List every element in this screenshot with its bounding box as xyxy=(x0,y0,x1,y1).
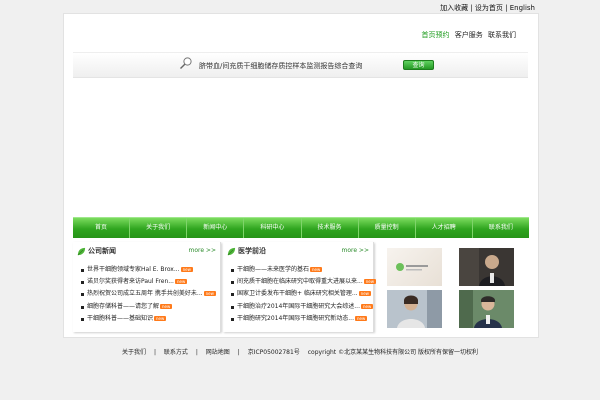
nav-item-news[interactable]: 新闻中心 xyxy=(187,218,245,238)
frontier-title[interactable]: 干细胞研究2014年国际干细胞研究新动态... xyxy=(237,315,354,322)
list-item[interactable]: 干细胞研究2014年国际干细胞研究新动态... new xyxy=(231,313,376,325)
list-item[interactable]: 干细胞——未来医学的基石 new xyxy=(231,264,376,276)
header-link-service[interactable]: 客户服务 xyxy=(455,31,483,39)
separator: | xyxy=(153,349,156,356)
new-badge: new xyxy=(180,267,193,272)
nav-item-contact[interactable]: 联系我们 xyxy=(473,218,529,238)
new-badge: new xyxy=(174,279,188,285)
video-thumbnail-logo[interactable] xyxy=(387,248,442,286)
frontier-title[interactable]: 干细胞治疗2014年国际干细胞研究大会综述... xyxy=(237,303,360,310)
new-badge: new xyxy=(355,315,368,321)
icp-number: 京ICP05002781号 xyxy=(247,349,300,356)
nav-item-careers[interactable]: 人才招聘 xyxy=(416,218,473,238)
set-homepage-link[interactable]: 设为首页 xyxy=(475,4,503,12)
nav-item-research[interactable]: 科研中心 xyxy=(244,218,302,238)
footer-link-contact[interactable]: 联系方式 xyxy=(164,349,188,356)
list-item[interactable]: 间充质干细胞在临床研究中取得重大进展以来... new xyxy=(231,276,377,288)
video-thumbnail-interview-1[interactable] xyxy=(459,248,514,286)
magnifier-icon xyxy=(180,57,192,69)
company-news-panel: 公司新闻 more >> 世界干细胞领域专家Hal E. Brox... new … xyxy=(73,242,221,332)
portrait-image xyxy=(387,290,442,328)
news-title[interactable]: 诺贝尔奖获得者来访Paul Fren... xyxy=(87,278,174,285)
report-search-text[interactable]: 脐带血/间充质干细胞储存质控样本监测报告综合查询 xyxy=(199,61,362,71)
frontier-title[interactable]: 干细胞——未来医学的基石 xyxy=(237,266,309,273)
new-badge: new xyxy=(361,303,374,309)
news-title[interactable]: 干细胞科普——基础知识 xyxy=(87,315,153,322)
page-container: 首页预约 客户服务 联系我们 脐带血/间充质干细胞储存质控样本监测报告综合查询 … xyxy=(63,13,539,338)
new-badge: new xyxy=(160,303,173,309)
portrait-image xyxy=(459,248,514,286)
leaf-icon xyxy=(77,247,86,255)
logo-image xyxy=(396,263,428,271)
list-item[interactable]: 热烈祝贺公司成立五周年 携手共创美好未... new xyxy=(81,288,216,300)
medical-frontier-panel: 医学前沿 more >> 干细胞——未来医学的基石 new 间充质干细胞在临床研究… xyxy=(223,242,377,332)
main-nav: 首页 关于我们 新闻中心 科研中心 技术服务 质量控制 人才招聘 联系我们 xyxy=(73,217,529,238)
list-item[interactable]: 国家卫计委发布干细胞+ 临床研究相关管理... new xyxy=(231,288,376,300)
footer-link-about[interactable]: 关于我们 xyxy=(122,349,146,356)
frontier-title[interactable]: 间充质干细胞在临床研究中取得重大进展以来... xyxy=(237,278,363,285)
list-item[interactable]: 干细胞治疗2014年国际干细胞研究大会综述... new xyxy=(231,301,376,313)
add-favorite-link[interactable]: 加入收藏 xyxy=(440,4,468,12)
separator: | xyxy=(502,4,510,12)
panel-title: 医学前沿 xyxy=(227,246,266,256)
news-title[interactable]: 细胞存储科普——请您了解 xyxy=(87,303,159,310)
new-badge: new xyxy=(363,279,377,285)
more-link[interactable]: more >> xyxy=(341,247,369,254)
header-link-appointment[interactable]: 首页预约 xyxy=(422,31,450,39)
list-item[interactable]: 世界干细胞领域专家Hal E. Brox... new xyxy=(81,264,216,276)
top-utility-links: 加入收藏 | 设为首页 | English xyxy=(440,3,535,13)
new-badge: new xyxy=(154,315,167,321)
footer: 关于我们 | 联系方式 | 网站地图 | 京ICP05002781号 copyr… xyxy=(0,347,600,356)
query-button[interactable]: 查询 xyxy=(403,60,434,70)
copyright-text: copyright ©北京某某生物科技有限公司 版权所有保留一切权利 xyxy=(307,349,478,356)
portrait-image xyxy=(459,290,514,328)
company-news-title: 公司新闻 xyxy=(88,247,116,255)
english-link[interactable]: English xyxy=(510,4,535,12)
list-item[interactable]: 诺贝尔奖获得者来访Paul Fren... new xyxy=(81,276,216,288)
list-item[interactable]: 干细胞科普——基础知识 new xyxy=(81,313,216,325)
video-thumbnail-interview-2[interactable] xyxy=(387,290,442,328)
frontier-title[interactable]: 国家卫计委发布干细胞+ 临床研究相关管理... xyxy=(237,290,358,297)
report-search-bar: 脐带血/间充质干细胞储存质控样本监测报告综合查询 查询 xyxy=(73,52,528,78)
nav-item-home[interactable]: 首页 xyxy=(73,218,131,238)
frontier-list: 干细胞——未来医学的基石 new 间充质干细胞在临床研究中取得重大进展以来... n… xyxy=(231,264,377,325)
news-list: 世界干细胞领域专家Hal E. Brox... new 诺贝尔奖获得者来访Paul… xyxy=(81,264,216,325)
video-thumbnail-interview-3[interactable] xyxy=(459,290,514,328)
separator: | xyxy=(195,349,198,356)
news-title[interactable]: 热烈祝贺公司成立五周年 携手共创美好未... xyxy=(87,290,203,297)
panel-title: 公司新闻 xyxy=(77,246,116,256)
new-badge: new xyxy=(358,291,371,297)
header-link-contact[interactable]: 联系我们 xyxy=(488,31,516,39)
separator: | xyxy=(237,349,240,356)
footer-link-sitemap[interactable]: 网站地图 xyxy=(206,349,230,356)
news-title[interactable]: 世界干细胞领域专家Hal E. Brox... xyxy=(87,266,180,273)
medical-frontier-title: 医学前沿 xyxy=(238,247,266,255)
more-link[interactable]: more >> xyxy=(188,247,216,254)
header-links: 首页预约 客户服务 联系我们 xyxy=(419,30,516,40)
separator: | xyxy=(468,4,475,12)
new-badge: new xyxy=(203,291,216,297)
list-item[interactable]: 细胞存储科普——请您了解 new xyxy=(81,301,216,313)
nav-item-about[interactable]: 关于我们 xyxy=(130,218,188,238)
new-badge: new xyxy=(310,267,323,272)
nav-item-quality[interactable]: 质量控制 xyxy=(359,218,416,238)
nav-item-services[interactable]: 技术服务 xyxy=(302,218,359,238)
leaf-icon xyxy=(227,247,236,255)
